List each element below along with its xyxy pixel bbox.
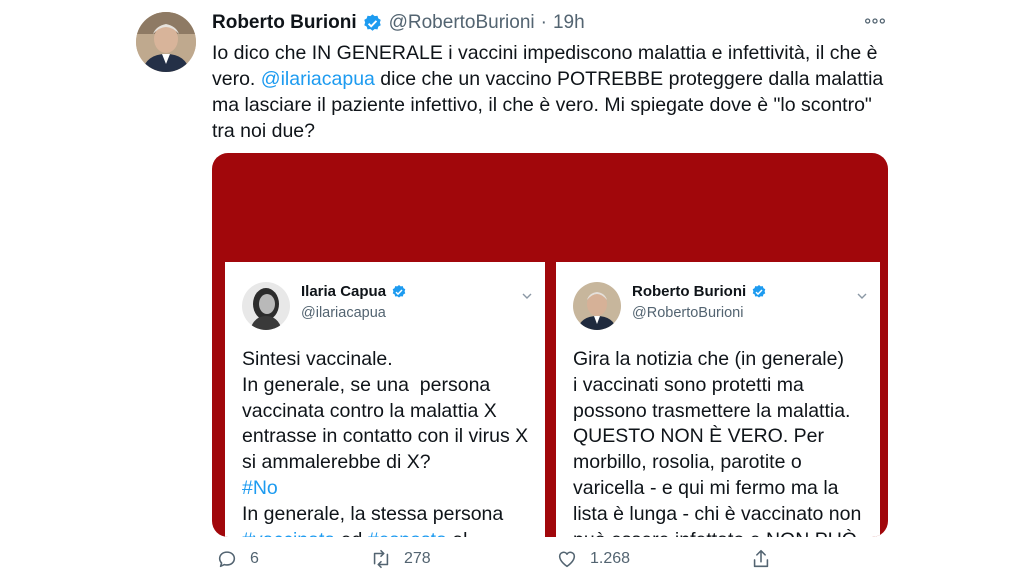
verified-badge-icon [751, 284, 767, 300]
like-count: 1.268 [590, 550, 631, 567]
hashtag-no: #No [242, 476, 278, 499]
embedded-author-name-text: Ilaria Capua [301, 283, 387, 300]
embedded-tweet-left: Ilaria Capua @ilariacapua Sintesi vaccin… [225, 262, 545, 537]
reply-icon [218, 551, 236, 568]
embedded-author-handle: @RobertoBurioni [632, 305, 744, 321]
chevron-down-icon [856, 289, 868, 301]
retweet-button[interactable]: 278 [370, 545, 431, 573]
embedded-author-name: Roberto Burioni [632, 283, 767, 300]
more-options-icon[interactable] [864, 13, 886, 29]
embedded-avatar-capua [242, 282, 290, 330]
retweet-count: 278 [404, 550, 431, 567]
verified-badge-icon [391, 284, 407, 300]
embedded-author-handle: @ilariacapua [301, 305, 386, 321]
share-icon [753, 549, 769, 568]
heart-icon [558, 551, 576, 568]
embedded-text-part: ed [335, 529, 368, 537]
hashtag-vaccinata: #vaccinata [242, 529, 335, 537]
embedded-text-part: In generale, la stessa persona [242, 502, 504, 525]
tweet-timestamp[interactable]: 19h [553, 12, 585, 34]
embedded-tweet-text: Gira la notizia che (in generale) i vacc… [573, 348, 862, 537]
tweet-header: Roberto Burioni @RobertoBurioni · 19h [212, 10, 892, 36]
embedded-text-part: al [447, 529, 467, 537]
mention-link[interactable]: @ilariacapua [261, 68, 375, 90]
reply-count: 6 [250, 550, 259, 567]
chevron-down-icon [521, 289, 533, 301]
tweet: Roberto Burioni @RobertoBurioni · 19h Io… [0, 0, 1024, 576]
reply-button[interactable]: 6 [216, 545, 259, 573]
like-button[interactable]: 1.268 [556, 545, 630, 573]
embedded-text-part: Sintesi vaccinale. In generale, se una p… [242, 348, 529, 474]
verified-badge-icon [362, 13, 383, 34]
author-avatar-image [136, 12, 196, 72]
embedded-tweet-right: Roberto Burioni @RobertoBurioni Gira la … [556, 262, 880, 537]
retweet-icon [373, 549, 389, 569]
embedded-author-name: Ilaria Capua [301, 283, 407, 300]
author-name[interactable]: Roberto Burioni [212, 12, 357, 34]
share-button[interactable] [750, 545, 784, 573]
embedded-tweet-text: Sintesi vaccinale. In generale, se una p… [242, 347, 528, 537]
header-separator: · [540, 12, 547, 33]
tweet-text: Io dico che IN GENERALE i vaccini impedi… [212, 40, 892, 144]
embedded-author-name-text: Roberto Burioni [632, 283, 747, 300]
embedded-avatar-burioni [573, 282, 621, 330]
tweet-media-image[interactable]: Ilaria Capua @ilariacapua Sintesi vaccin… [212, 153, 888, 537]
author-handle[interactable]: @RobertoBurioni [389, 12, 535, 34]
hashtag-esposta: #esposta [368, 529, 447, 537]
tweet-actions: 6 278 1.268 [212, 545, 892, 573]
author-avatar[interactable] [136, 12, 196, 72]
